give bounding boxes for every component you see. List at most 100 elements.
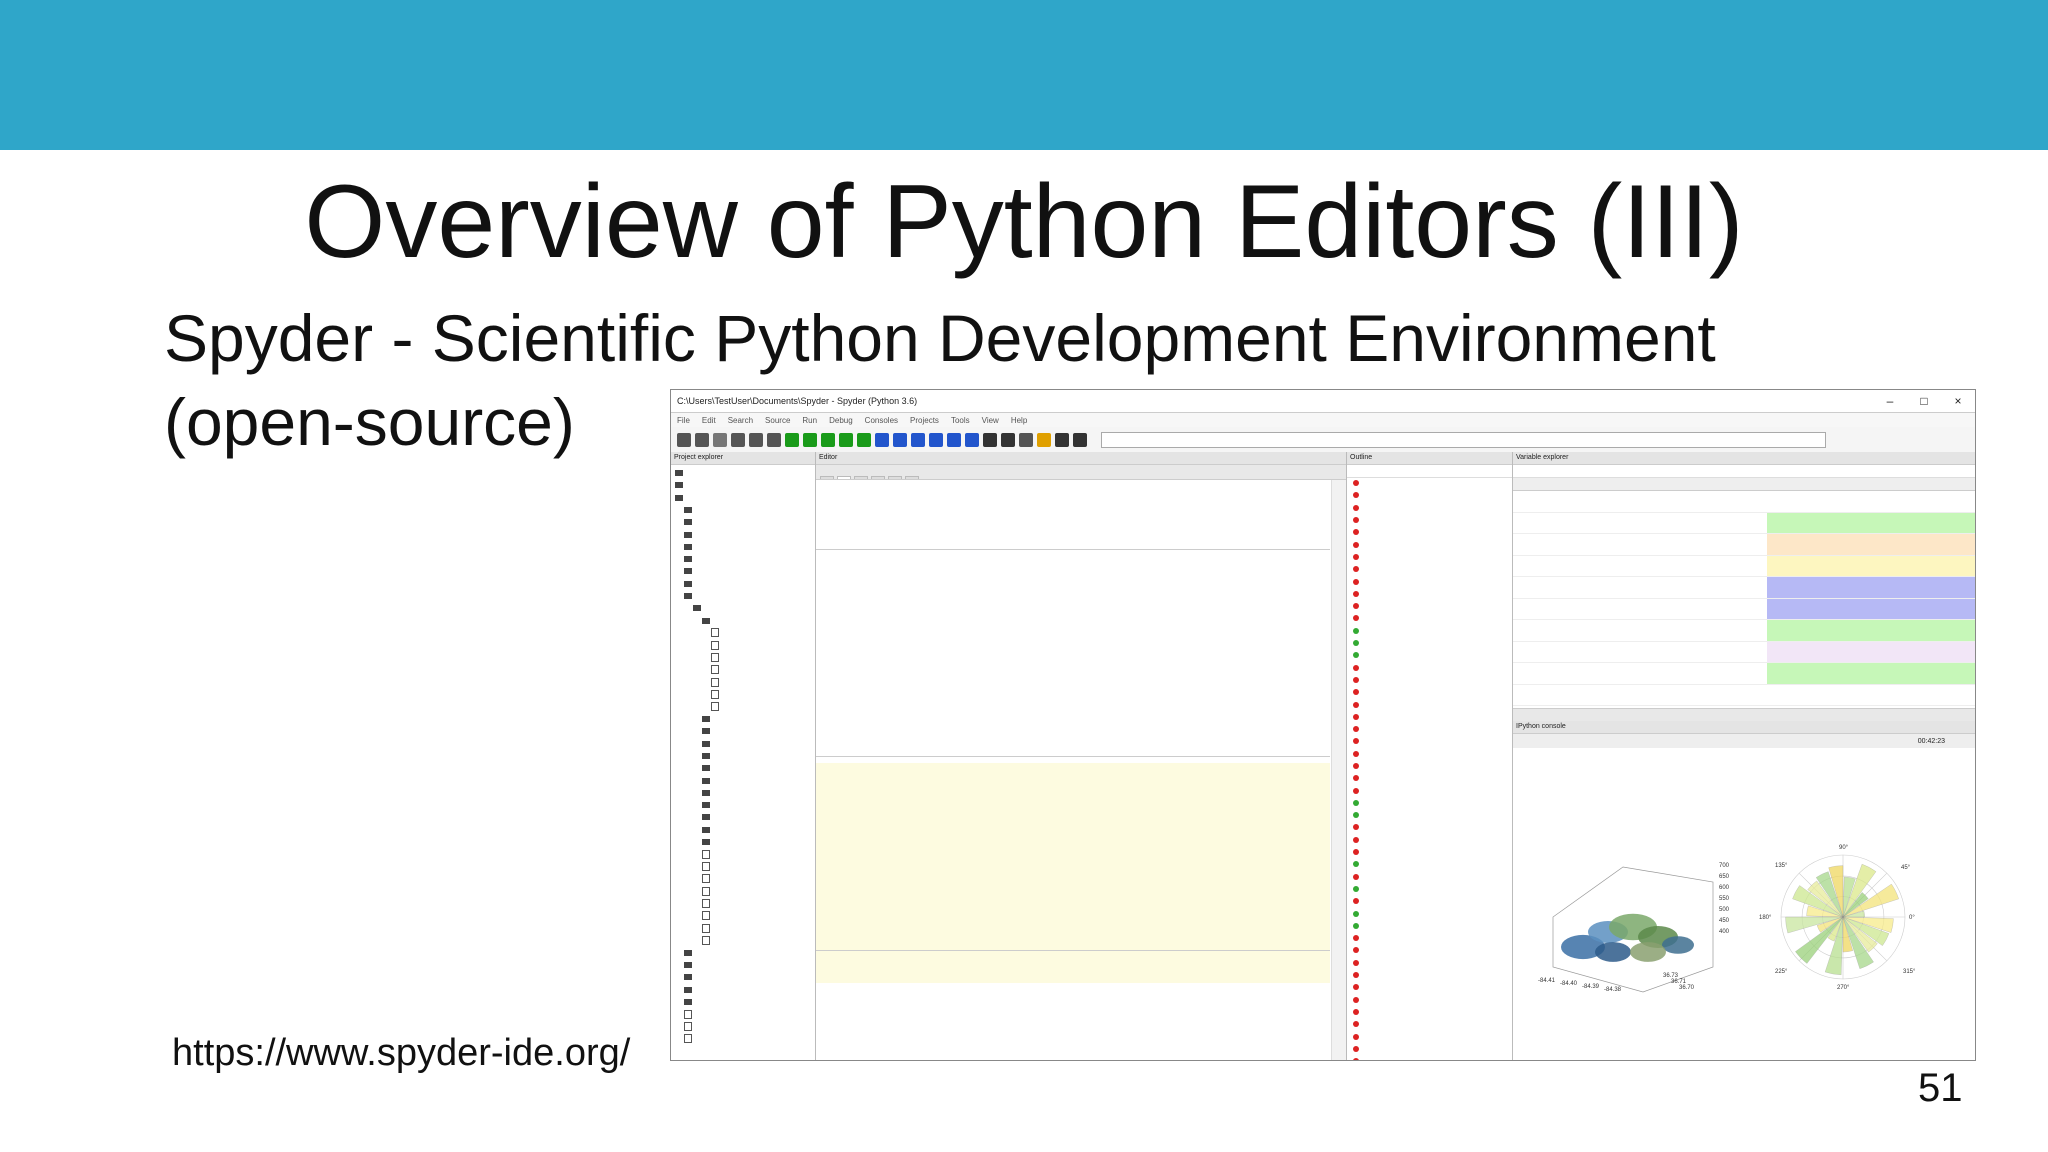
outline-item[interactable]	[1347, 785, 1512, 797]
tree-file-item[interactable]	[675, 910, 815, 922]
tree-folder-item[interactable]	[675, 528, 815, 540]
tree-folder-item[interactable]	[675, 947, 815, 959]
tree-folder-item[interactable]	[675, 824, 815, 836]
variable-row[interactable]	[1513, 598, 1975, 620]
outline-item[interactable]	[1347, 724, 1512, 736]
outline-item[interactable]	[1347, 810, 1512, 822]
column-header[interactable]	[1513, 478, 1586, 490]
toolbar-button-icon[interactable]	[803, 433, 817, 447]
code-line[interactable]	[816, 701, 1330, 715]
code-line[interactable]	[816, 771, 1330, 785]
variable-row[interactable]	[1513, 534, 1975, 556]
outline-item[interactable]	[1347, 699, 1512, 711]
code-line[interactable]	[816, 674, 1330, 688]
code-line[interactable]	[816, 632, 1330, 646]
toolbar-button-icon[interactable]	[929, 433, 943, 447]
tree-folder-item[interactable]	[675, 787, 815, 799]
outline-item[interactable]	[1347, 503, 1512, 515]
variable-row[interactable]	[1513, 491, 1975, 513]
toolbar-button-icon[interactable]	[695, 433, 709, 447]
menu-item[interactable]: Help	[1011, 416, 1027, 425]
close-icon[interactable]: ×	[1941, 394, 1975, 408]
code-line[interactable]	[816, 577, 1330, 591]
tree-folder-item[interactable]	[675, 467, 815, 479]
toolbar-button-icon[interactable]	[1037, 433, 1051, 447]
tree-folder-item[interactable]	[675, 983, 815, 995]
code-line[interactable]	[816, 1006, 1330, 1020]
variable-row[interactable]	[1513, 512, 1975, 534]
toolbar-button-icon[interactable]	[677, 433, 691, 447]
editor-tab[interactable]	[905, 476, 919, 479]
tree-folder-item[interactable]	[675, 602, 815, 614]
outline-item[interactable]	[1347, 994, 1512, 1006]
outline-item[interactable]	[1347, 822, 1512, 834]
outline-item[interactable]	[1347, 626, 1512, 638]
outline-item[interactable]	[1347, 1007, 1512, 1019]
tree-folder-item[interactable]	[675, 750, 815, 762]
menu-item[interactable]: Consoles	[865, 416, 898, 425]
outline-item[interactable]	[1347, 945, 1512, 957]
tree-folder-item[interactable]	[675, 541, 815, 553]
outline-item[interactable]	[1347, 675, 1512, 687]
tree-file-item[interactable]	[675, 885, 815, 897]
tree-file-item[interactable]	[675, 1020, 815, 1032]
variable-row[interactable]	[1513, 641, 1975, 663]
outline-item[interactable]	[1347, 847, 1512, 859]
menu-item[interactable]: Search	[728, 416, 753, 425]
code-line[interactable]	[816, 660, 1330, 674]
outline-item[interactable]	[1347, 490, 1512, 502]
code-line[interactable]	[816, 535, 1330, 549]
outline-item[interactable]	[1347, 650, 1512, 662]
code-line[interactable]	[816, 853, 1330, 867]
outline-item[interactable]	[1347, 761, 1512, 773]
code-line[interactable]	[816, 756, 1330, 771]
outline-item[interactable]	[1347, 687, 1512, 699]
variable-row[interactable]	[1513, 684, 1975, 706]
tree-file-item[interactable]	[675, 664, 815, 676]
code-line[interactable]	[816, 949, 1330, 965]
outline-item[interactable]	[1347, 712, 1512, 724]
code-area[interactable]	[816, 480, 1330, 1060]
outline-item[interactable]	[1347, 539, 1512, 551]
column-header[interactable]	[1704, 478, 1767, 490]
maximize-icon[interactable]: □	[1907, 394, 1941, 408]
menu-item[interactable]: Run	[802, 416, 817, 425]
tree-folder-item[interactable]	[675, 738, 815, 750]
outline-item[interactable]	[1347, 662, 1512, 674]
outline-item[interactable]	[1347, 478, 1512, 490]
code-line[interactable]	[816, 867, 1330, 881]
tree-file-item[interactable]	[675, 627, 815, 639]
tree-folder-item[interactable]	[675, 516, 815, 528]
code-line[interactable]	[816, 742, 1330, 756]
tree-file-item[interactable]	[675, 897, 815, 909]
code-line[interactable]	[816, 978, 1330, 992]
tree-folder-item[interactable]	[675, 996, 815, 1008]
tree-file-item[interactable]	[675, 651, 815, 663]
code-line[interactable]	[816, 785, 1330, 799]
outline-item[interactable]	[1347, 884, 1512, 896]
column-header[interactable]	[1767, 478, 1975, 490]
tree-folder-item[interactable]	[675, 479, 815, 491]
code-line[interactable]	[816, 548, 1330, 564]
tree-folder-item[interactable]	[675, 492, 815, 504]
menu-item[interactable]: View	[982, 416, 999, 425]
code-line[interactable]	[816, 687, 1330, 701]
menu-item[interactable]: Projects	[910, 416, 939, 425]
toolbar-button-icon[interactable]	[767, 433, 781, 447]
tree-folder-item[interactable]	[675, 565, 815, 577]
code-line[interactable]	[816, 1033, 1330, 1047]
tree-file-item[interactable]	[675, 701, 815, 713]
editor-tab[interactable]	[871, 476, 885, 479]
tree-folder-item[interactable]	[675, 590, 815, 602]
outline-item[interactable]	[1347, 601, 1512, 613]
tree-file-item[interactable]	[675, 861, 815, 873]
toolbar-button-icon[interactable]	[731, 433, 745, 447]
code-line[interactable]	[816, 964, 1330, 978]
menu-item[interactable]: File	[677, 416, 690, 425]
menu-item[interactable]: Debug	[829, 416, 853, 425]
code-line[interactable]	[816, 1019, 1330, 1033]
tree-file-item[interactable]	[675, 848, 815, 860]
outline-item[interactable]	[1347, 933, 1512, 945]
code-line[interactable]	[816, 826, 1330, 840]
tree-folder-item[interactable]	[675, 959, 815, 971]
